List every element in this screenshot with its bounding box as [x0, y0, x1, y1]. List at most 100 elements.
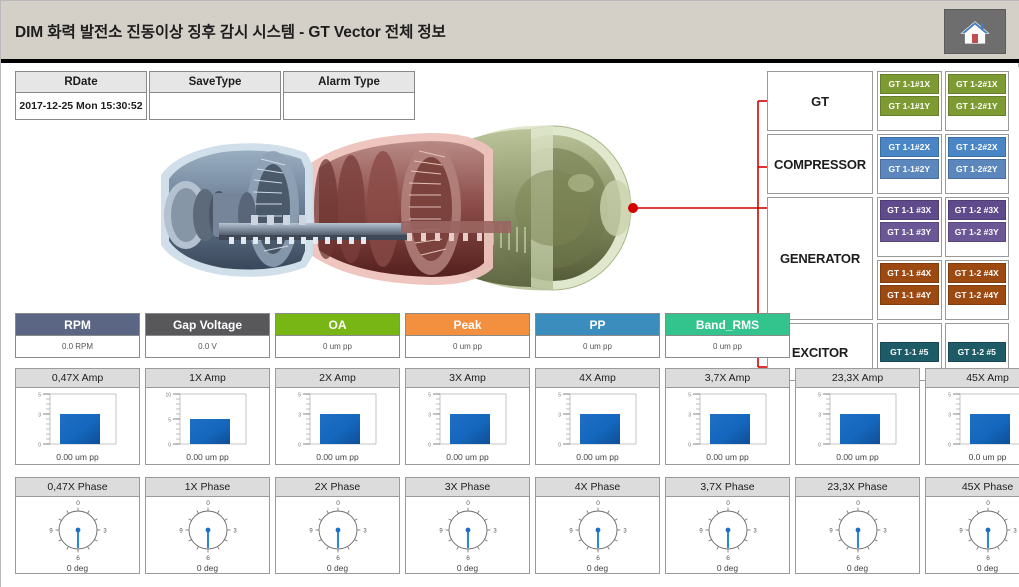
tag-button[interactable]: GT 1-1#2X [880, 137, 939, 157]
tag-button[interactable]: GT 1-1#1Y [880, 96, 939, 116]
svg-text:0: 0 [298, 442, 301, 448]
svg-text:3: 3 [363, 528, 367, 534]
bar-chart-svg: 0 3 5 [948, 392, 1019, 448]
card-title: 3X Phase [406, 478, 529, 497]
phase-dial-card[interactable]: 3,7X Phase 0 3 6 9 0 deg [665, 477, 790, 574]
amplitude-chart-card[interactable]: 23,3X Amp 0 3 5 0.00 um pp [795, 368, 920, 465]
tag-button[interactable]: GT 1-1#2Y [880, 159, 939, 179]
amplitude-chart-card[interactable]: 3X Amp 0 3 5 0.00 um pp [405, 368, 530, 465]
phase-dial-svg: 0 3 6 9 [439, 500, 497, 562]
svg-text:9: 9 [959, 528, 963, 534]
card-title: 1X Phase [146, 478, 269, 497]
svg-text:0: 0 [428, 442, 431, 448]
svg-text:6: 6 [986, 555, 990, 562]
svg-text:3: 3 [493, 528, 497, 534]
svg-text:3: 3 [1013, 528, 1017, 534]
tag-button[interactable]: GT 1-2 #3Y [947, 222, 1006, 242]
equipment-name[interactable]: GENERATOR [767, 197, 873, 320]
phase-dial: 0 3 6 9 0 deg [276, 497, 399, 573]
amplitude-chart-card[interactable]: 45X Amp 0 3 5 0.0 um pp [925, 368, 1019, 465]
tag-button[interactable]: GT 1-2 #3X [947, 200, 1006, 220]
bar-chart: 0 3 5 0.00 um pp [666, 388, 789, 464]
tag-button[interactable]: GT 1-2#2X [947, 137, 1006, 157]
tag-group: GT 1-1 #4X GT 1-1 #4Y [877, 260, 942, 320]
phase-dial-card[interactable]: 1X Phase 0 3 6 9 0 deg [145, 477, 270, 574]
tag-button[interactable]: GT 1-2#2Y [947, 159, 1006, 179]
phase-dial-card[interactable]: 2X Phase 0 3 6 9 0 deg [275, 477, 400, 574]
tag-button[interactable]: GT 1-1 #4X [880, 263, 939, 283]
equipment-name[interactable]: GT [767, 71, 873, 131]
main-canvas: RDate 2017-12-25 Mon 15:30:52 SaveType A… [1, 67, 1019, 587]
equipment-name[interactable]: COMPRESSOR [767, 134, 873, 194]
amplitude-chart-card[interactable]: 0,47X Amp 0 3 5 0.00 um pp [15, 368, 140, 465]
card-title: 4X Phase [536, 478, 659, 497]
svg-text:3: 3 [883, 528, 887, 534]
tag-button[interactable]: GT 1-1 #3X [880, 200, 939, 220]
tag-button[interactable]: GT 1-2 #4Y [947, 285, 1006, 305]
phase-dial-card[interactable]: 23,3X Phase 0 3 6 9 0 deg [795, 477, 920, 574]
tag-button[interactable]: GT 1-2 #4X [947, 263, 1006, 283]
equipment-row-compressor: COMPRESSOR GT 1-1#2X GT 1-1#2Y GT 1-2#2X… [767, 134, 1009, 194]
tag-button[interactable]: GT 1-2#1Y [947, 96, 1006, 116]
phase-dial-card[interactable]: 0,47X Phase 0 3 6 9 0 deg [15, 477, 140, 574]
tag-group: GT 1-1#1X GT 1-1#1Y [877, 71, 942, 131]
phase-dial-svg: 0 3 6 9 [569, 500, 627, 562]
phase-value: 0 deg [716, 562, 739, 573]
card-title: 4X Amp [536, 369, 659, 388]
phase-dial-card[interactable]: 45X Phase 0 3 6 9 0 deg [925, 477, 1019, 574]
tag-button[interactable]: GT 1-1 #4Y [880, 285, 939, 305]
bar-chart-svg: 0 3 5 [38, 392, 116, 448]
svg-text:3: 3 [558, 412, 561, 418]
phase-value: 0 deg [846, 562, 869, 573]
amplitude-value: 0.00 um pp [316, 452, 359, 462]
svg-text:5: 5 [38, 392, 41, 398]
phase-dial-svg: 0 3 6 9 [179, 500, 237, 562]
card-title: 23,3X Amp [796, 369, 919, 388]
card-title: 45X Amp [926, 369, 1019, 388]
phase-value: 0 deg [456, 562, 479, 573]
amplitude-chart-card[interactable]: 2X Amp 0 3 5 0.00 um pp [275, 368, 400, 465]
phase-value: 0 deg [976, 562, 999, 573]
phase-dial-card[interactable]: 3X Phase 0 3 6 9 0 deg [405, 477, 530, 574]
phase-dial-card[interactable]: 4X Phase 0 3 6 9 0 deg [535, 477, 660, 574]
amplitude-chart-card[interactable]: 1X Amp 0 5 10 0.00 um pp [145, 368, 270, 465]
bar-chart-svg: 0 3 5 [428, 392, 506, 448]
svg-text:9: 9 [569, 528, 573, 534]
svg-text:3: 3 [948, 412, 951, 418]
tag-button[interactable]: GT 1-2 #5 [947, 342, 1006, 362]
card-title: 2X Amp [276, 369, 399, 388]
tag-subrows: GT 1-1 #3X GT 1-1 #3Y GT 1-2 #3X GT 1-2 … [877, 197, 1009, 320]
tag-button[interactable]: GT 1-1 #5 [880, 342, 939, 362]
svg-text:0: 0 [726, 500, 730, 507]
amplitude-value: 0.00 um pp [446, 452, 489, 462]
bar-chart-svg: 0 3 5 [688, 392, 766, 448]
bar-chart-svg: 0 5 10 [165, 392, 246, 448]
bar-chart: 0 3 5 0.00 um pp [536, 388, 659, 464]
home-button[interactable] [944, 9, 1006, 54]
amplitude-chart-card[interactable]: 4X Amp 0 3 5 0.00 um pp [535, 368, 660, 465]
phase-dial: 0 3 6 9 0 deg [16, 497, 139, 573]
svg-text:3: 3 [103, 528, 107, 534]
metric-peak: Peak 0 um pp [405, 313, 530, 358]
amplitude-value: 0.0 um pp [968, 452, 1007, 462]
card-title: 3X Amp [406, 369, 529, 388]
svg-text:0: 0 [818, 442, 821, 448]
phase-dial: 0 3 6 9 0 deg [666, 497, 789, 573]
metric-pp: PP 0 um pp [535, 313, 660, 358]
amplitude-chart-card[interactable]: 3,7X Amp 0 3 5 0.00 um pp [665, 368, 790, 465]
svg-text:6: 6 [76, 555, 80, 562]
bar-chart-svg: 0 3 5 [818, 392, 896, 448]
phase-value: 0 deg [196, 562, 219, 573]
svg-text:0: 0 [688, 442, 691, 448]
title-bar: DIM 화력 발전소 진동이상 징후 감시 시스템 - GT Vector 전체… [1, 1, 1019, 63]
svg-text:6: 6 [336, 555, 340, 562]
bar-chart: 0 3 5 0.00 um pp [16, 388, 139, 464]
tag-button[interactable]: GT 1-2#1X [947, 74, 1006, 94]
tag-button[interactable]: GT 1-1 #3Y [880, 222, 939, 242]
svg-text:6: 6 [466, 555, 470, 562]
svg-text:9: 9 [699, 528, 703, 534]
info-label: Alarm Type [283, 71, 415, 93]
tag-button[interactable]: GT 1-1#1X [880, 74, 939, 94]
svg-text:6: 6 [206, 555, 210, 562]
phase-dial-svg: 0 3 6 9 [699, 500, 757, 562]
